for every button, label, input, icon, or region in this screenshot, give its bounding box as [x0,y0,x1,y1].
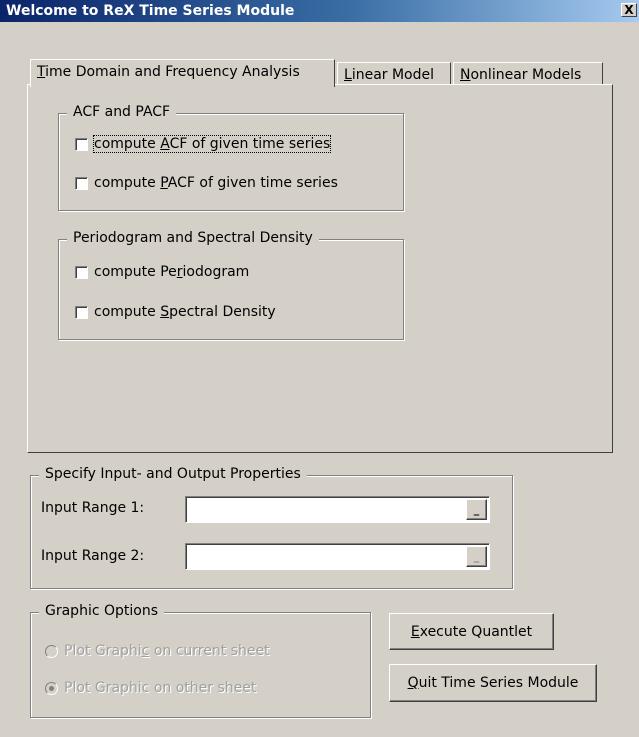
pacf-checkbox[interactable] [75,176,88,190]
input-range-2-field[interactable] [188,546,463,567]
io-properties-legend: Specify Input- and Output Properties [39,466,307,482]
periodogram-legend: Periodogram and Spectral Density [67,230,319,246]
acf-checkbox-row[interactable]: compute ACF of given time series [75,135,332,153]
periodogram-checkbox-row[interactable]: compute Periodogram [75,264,249,280]
plot-other-sheet-radio[interactable] [45,681,58,695]
acf-label: compute ACF of given time series [92,135,332,153]
io-properties-group: Specify Input- and Output Properties Inp… [30,466,513,589]
input-range-1-field[interactable] [188,499,463,520]
plot-current-sheet-row[interactable]: Plot Graphic on current sheet [45,643,270,659]
input-range-2-ref-button[interactable]: _ [466,546,487,567]
input-range-2-label: Input Range 2: [41,548,145,564]
quit-time-series-module-button[interactable]: Quit Time Series Module [389,664,597,702]
periodogram-checkbox[interactable] [75,265,88,279]
graphic-options-group: Graphic Options Plot Graphic on current … [30,603,371,718]
ref-select-icon: _ [473,550,480,563]
spectral-density-label: compute Spectral Density [94,304,276,320]
tab-linear-model[interactable]: Linear Model [337,62,451,86]
graphic-options-legend: Graphic Options [39,603,164,619]
tab-panel-time-domain: ACF and PACF compute ACF of given time s… [27,84,613,453]
ref-select-icon: _ [473,503,480,516]
spectral-density-checkbox-row[interactable]: compute Spectral Density [75,304,276,320]
pacf-label: compute PACF of given time series [94,175,338,191]
plot-other-sheet-row[interactable]: Plot Graphic on other sheet [45,680,256,696]
window-title: Welcome to ReX Time Series Module [6,3,295,19]
input-range-1-ref-button[interactable]: _ [466,499,487,520]
title-bar: Welcome to ReX Time Series Module X [0,0,639,22]
acf-pacf-legend: ACF and PACF [67,104,177,120]
tab-nonlinear-models[interactable]: Nonlinear Models [453,62,603,86]
input-range-1-label: Input Range 1: [41,500,145,516]
plot-other-sheet-label: Plot Graphic on other sheet [64,680,257,696]
plot-current-sheet-radio[interactable] [45,644,58,658]
input-range-1-box[interactable]: _ [185,496,490,523]
periodogram-label: compute Periodogram [94,264,250,280]
plot-current-sheet-label: Plot Graphic on current sheet [64,643,270,659]
pacf-checkbox-row[interactable]: compute PACF of given time series [75,175,338,191]
close-button[interactable]: X [621,3,637,17]
periodogram-group: Periodogram and Spectral Density compute… [58,230,404,340]
acf-pacf-group: ACF and PACF compute ACF of given time s… [58,104,404,211]
spectral-density-checkbox[interactable] [75,305,88,319]
input-range-2-box[interactable]: _ [185,543,490,570]
close-icon: X [624,3,634,17]
execute-quantlet-button[interactable]: Execute Quantlet [389,613,554,650]
acf-checkbox[interactable] [75,137,88,151]
tab-time-domain[interactable]: Time Domain and Frequency Analysis [30,59,335,87]
